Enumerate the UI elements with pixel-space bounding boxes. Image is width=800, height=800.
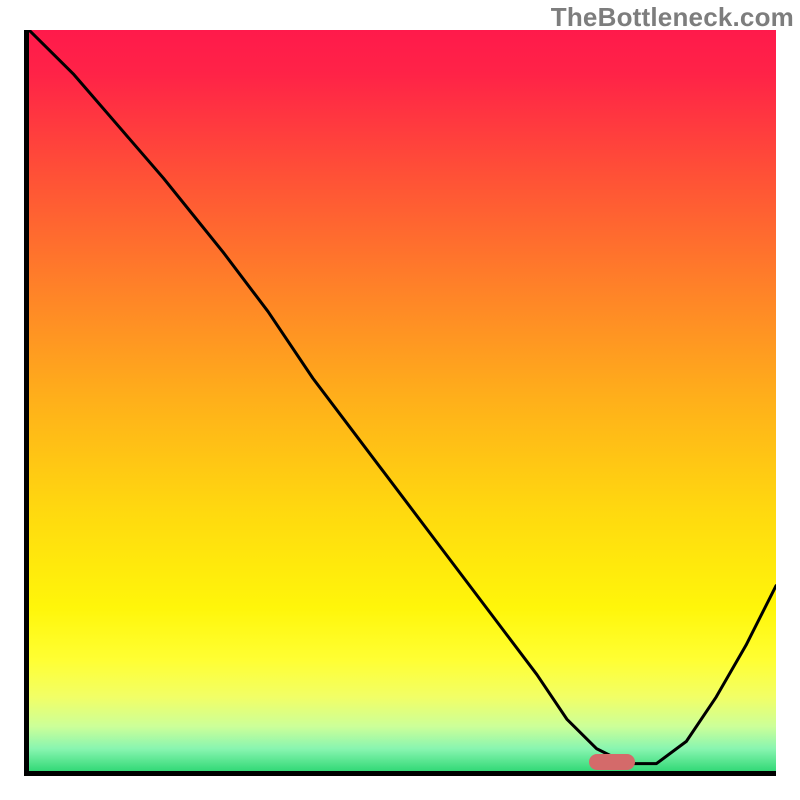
- chart-container: TheBottleneck.com: [0, 0, 800, 800]
- optimal-marker: [589, 754, 635, 770]
- plot-area: [24, 30, 776, 776]
- curve-layer: [29, 30, 776, 771]
- bottleneck-curve: [29, 30, 776, 764]
- watermark-text: TheBottleneck.com: [551, 2, 794, 33]
